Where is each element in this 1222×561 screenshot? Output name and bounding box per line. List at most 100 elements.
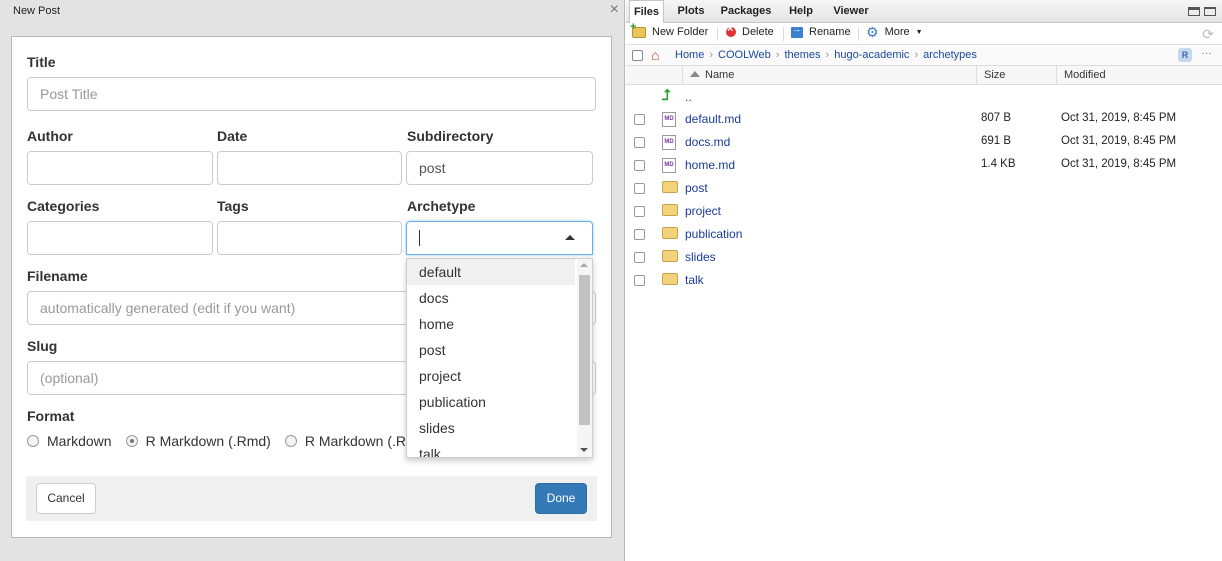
archetype-option[interactable]: talk xyxy=(407,441,575,457)
categories-input[interactable] xyxy=(27,221,213,255)
folder-name-link[interactable]: project xyxy=(685,204,721,218)
select-all-checkbox[interactable] xyxy=(632,50,643,61)
cancel-button[interactable]: Cancel xyxy=(36,483,96,514)
breadcrumb-separator: › xyxy=(825,49,830,61)
row-checkbox[interactable] xyxy=(634,252,645,263)
breadcrumb-themes[interactable]: themes xyxy=(784,49,820,61)
folder-name-link[interactable]: post xyxy=(685,181,708,195)
home-icon[interactable]: ⌂ xyxy=(651,47,659,63)
tab-plots[interactable]: Plots xyxy=(670,0,712,23)
file-row[interactable]: MD docs.md 691 B Oct 31, 2019, 8:45 PM xyxy=(626,131,1222,154)
name-column-header[interactable]: Name xyxy=(682,66,976,85)
row-checkbox[interactable] xyxy=(634,275,645,286)
folder-icon xyxy=(662,250,678,262)
archetype-option[interactable]: publication xyxy=(407,389,575,415)
file-name-link[interactable]: home.md xyxy=(685,158,735,172)
dialog-titlebar: New Post × xyxy=(0,0,624,24)
markdown-file-icon: MD xyxy=(662,135,676,150)
breadcrumb-archetypes[interactable]: archetypes xyxy=(923,49,977,61)
delete-button[interactable]: Delete xyxy=(726,23,774,38)
archetype-option[interactable]: slides xyxy=(407,415,575,441)
new-folder-icon xyxy=(630,21,646,38)
format-markdown-radio[interactable]: Markdown xyxy=(27,433,112,449)
file-row[interactable]: MD home.md 1.4 KB Oct 31, 2019, 8:45 PM xyxy=(626,154,1222,177)
dialog-body: Title Post Title Author Date Subdirector… xyxy=(11,36,612,538)
radio-dot[interactable] xyxy=(284,435,297,447)
folder-row[interactable]: slides xyxy=(626,246,1222,269)
date-input[interactable] xyxy=(217,151,402,185)
breadcrumb-separator: › xyxy=(775,49,780,61)
new-folder-button[interactable]: New Folder xyxy=(630,21,708,39)
subdirectory-input[interactable]: post xyxy=(406,151,593,185)
format-radio-group: Markdown R Markdown (.Rmd) R Markdown (.… xyxy=(27,433,420,449)
done-button[interactable]: Done xyxy=(535,483,587,514)
close-icon[interactable]: × xyxy=(610,1,619,19)
minimize-icon[interactable] xyxy=(1188,7,1200,16)
new-post-dialog: New Post × Title Post Title Author Date … xyxy=(0,0,625,561)
more-button[interactable]: ⚙ More ▼ xyxy=(866,25,923,39)
breadcrumb-hugo-academic[interactable]: hugo-academic xyxy=(834,49,909,61)
tags-input[interactable] xyxy=(217,221,402,255)
radio-dot[interactable] xyxy=(27,435,39,447)
breadcrumb-coolweb[interactable]: COOLWeb xyxy=(718,49,771,61)
file-name-link[interactable]: default.md xyxy=(685,112,741,126)
rename-button[interactable]: Rename xyxy=(791,24,851,38)
r-project-icon[interactable]: R xyxy=(1178,48,1192,62)
toolbar-divider xyxy=(858,27,859,41)
archetype-option[interactable]: project xyxy=(407,363,575,389)
file-name-link[interactable]: docs.md xyxy=(685,135,730,149)
format-rmd-radio[interactable]: R Markdown (.Rmd) xyxy=(125,433,271,449)
archetype-option[interactable]: home xyxy=(407,311,575,337)
dropdown-scrollbar[interactable] xyxy=(577,259,592,457)
archetype-option[interactable]: post xyxy=(407,337,575,363)
row-checkbox[interactable] xyxy=(634,206,645,217)
folder-row[interactable]: talk xyxy=(626,269,1222,292)
breadcrumb-home[interactable]: Home xyxy=(675,49,704,61)
row-checkbox[interactable] xyxy=(634,183,645,194)
archetype-select[interactable] xyxy=(406,221,593,255)
archetype-dropdown: default docs home post project publicati… xyxy=(406,258,593,458)
title-input[interactable]: Post Title xyxy=(27,77,596,111)
author-input[interactable] xyxy=(27,151,213,185)
file-size: 807 B xyxy=(981,112,1012,124)
tab-viewer[interactable]: Viewer xyxy=(826,0,876,23)
file-modified: Oct 31, 2019, 8:45 PM xyxy=(1061,158,1177,170)
scroll-up-icon[interactable] xyxy=(580,263,588,267)
dialog-title: New Post xyxy=(13,5,61,17)
archetype-option[interactable]: docs xyxy=(407,285,575,311)
scroll-down-icon[interactable] xyxy=(580,448,588,452)
format-rmarkdown-alt-radio[interactable]: R Markdown (.R xyxy=(284,433,406,449)
files-pane: Files Plots Packages Help Viewer New Fol… xyxy=(626,0,1222,561)
folder-name-link[interactable]: talk xyxy=(685,273,704,287)
row-checkbox[interactable] xyxy=(634,114,645,125)
date-label: Date xyxy=(217,128,248,144)
parent-directory-row[interactable]: ⮥ .. xyxy=(626,85,1222,108)
author-label: Author xyxy=(27,128,73,144)
folder-name-link[interactable]: slides xyxy=(685,250,716,264)
ellipsis-icon[interactable]: … xyxy=(1201,45,1212,57)
folder-row[interactable]: project xyxy=(626,200,1222,223)
caret-up-icon[interactable] xyxy=(565,235,575,240)
folder-icon xyxy=(662,227,678,239)
scrollbar-thumb[interactable] xyxy=(579,275,590,425)
radio-dot-selected[interactable] xyxy=(125,435,138,447)
tab-help[interactable]: Help xyxy=(781,0,821,23)
size-column-header[interactable]: Size xyxy=(976,66,1056,85)
folder-row[interactable]: post xyxy=(626,177,1222,200)
tab-packages[interactable]: Packages xyxy=(717,0,775,23)
refresh-icon[interactable]: ⟳ xyxy=(1202,26,1214,43)
markdown-file-icon: MD xyxy=(662,158,676,173)
file-size: 691 B xyxy=(981,135,1012,147)
archetype-option[interactable]: default xyxy=(407,259,575,285)
file-row[interactable]: MD default.md 807 B Oct 31, 2019, 8:45 P… xyxy=(626,108,1222,131)
row-checkbox[interactable] xyxy=(634,137,645,148)
folder-row[interactable]: publication xyxy=(626,223,1222,246)
row-checkbox[interactable] xyxy=(634,229,645,240)
folder-icon xyxy=(662,181,678,193)
markdown-file-icon: MD xyxy=(662,112,676,127)
folder-name-link[interactable]: publication xyxy=(685,227,742,241)
modified-column-header[interactable]: Modified xyxy=(1056,66,1222,85)
files-toolbar: New Folder Delete Rename ⚙ More ▼ ⟳ xyxy=(626,21,1222,45)
maximize-icon[interactable] xyxy=(1204,7,1216,16)
row-checkbox[interactable] xyxy=(634,160,645,171)
